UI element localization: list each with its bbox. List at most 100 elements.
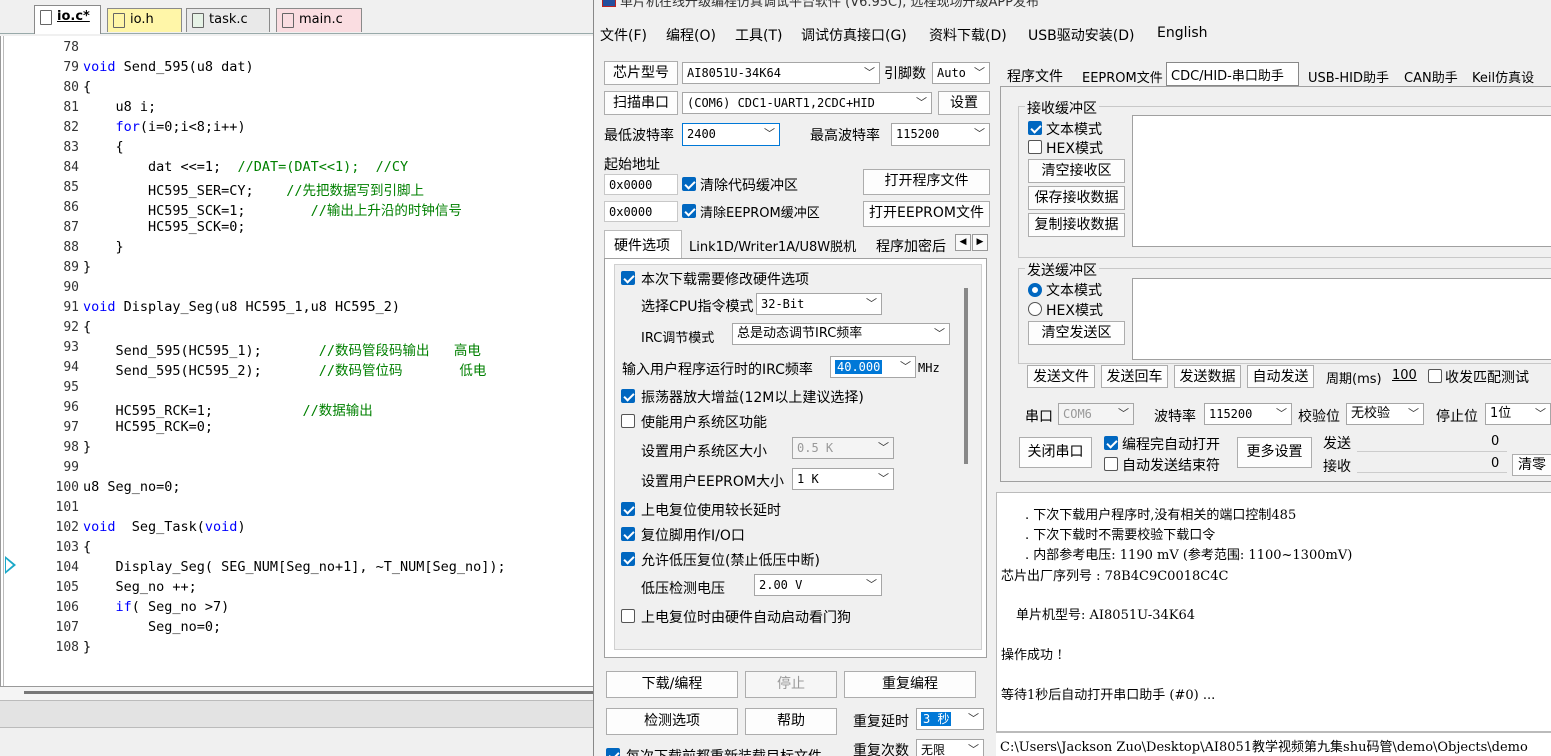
- stop-button[interactable]: 停止: [745, 671, 837, 698]
- code-line[interactable]: {: [83, 319, 91, 335]
- code-line[interactable]: {: [83, 79, 91, 95]
- code-line[interactable]: {: [83, 539, 91, 555]
- clear-eeprom-checkbox[interactable]: [682, 204, 696, 218]
- tab-eeprom-file[interactable]: EEPROM文件: [1082, 67, 1163, 86]
- tab-task-c[interactable]: task.c: [186, 8, 270, 32]
- match-test-checkbox[interactable]: [1428, 369, 1442, 383]
- baud-rate-select[interactable]: 115200 ﹀: [1204, 403, 1292, 425]
- code-line[interactable]: HC595_RCK=0;: [83, 419, 214, 435]
- help-button[interactable]: 帮助: [745, 708, 837, 735]
- code-line[interactable]: }: [83, 239, 124, 255]
- menu-file[interactable]: 文件(F): [600, 25, 647, 45]
- modify-hw-options-checkbox[interactable]: [621, 271, 635, 285]
- reload-target-checkbox[interactable]: [606, 748, 620, 756]
- code-line[interactable]: {: [83, 139, 124, 155]
- lvd-voltage-select[interactable]: 2.00 V ﹀: [754, 574, 882, 596]
- hw-watchdog-checkbox[interactable]: [621, 609, 635, 623]
- code-line[interactable]: u8 i;: [83, 99, 157, 115]
- max-baud-select[interactable]: 115200 ﹀: [891, 123, 990, 146]
- port-combo[interactable]: COM6 ﹀: [1058, 403, 1134, 425]
- code-line[interactable]: dat <<=1; //DAT=(DAT<<1); //CY: [83, 159, 408, 175]
- log-output[interactable]: . 下次下载用户程序时,没有相关的端口控制485 . 下次下载时不需要校验下载口…: [996, 492, 1551, 732]
- tab-program-file[interactable]: 程序文件: [1007, 66, 1063, 86]
- code-line[interactable]: for(i=0;i<8;i++): [83, 119, 246, 135]
- repeat-program-button[interactable]: 重复编程: [844, 671, 976, 698]
- clear-receive-button[interactable]: 清空接收区: [1028, 159, 1125, 183]
- recv-hex-mode-checkbox[interactable]: [1028, 140, 1042, 154]
- tab-usb-hid[interactable]: USB-HID助手: [1308, 67, 1389, 86]
- cpu-mode-select[interactable]: 32-Bit ﹀: [756, 293, 882, 315]
- code-line[interactable]: HC595_SCK=1; //输出上升沿的时钟信号: [83, 199, 462, 219]
- code-address-input[interactable]: 0x0000: [604, 174, 678, 195]
- code-line[interactable]: Display_Seg( SEG_NUM[Seg_no+1], ~T_NUM[S…: [83, 559, 506, 575]
- clear-send-button[interactable]: 清空发送区: [1028, 321, 1125, 345]
- tab-io-h[interactable]: io.h: [107, 8, 182, 32]
- code-line[interactable]: Seg_no ++;: [83, 579, 197, 595]
- close-port-button[interactable]: 关闭串口: [1019, 437, 1092, 468]
- open-eeprom-file-button[interactable]: 打开EEPROM文件: [863, 201, 990, 227]
- tab-can[interactable]: CAN助手: [1404, 67, 1458, 86]
- port-settings-button[interactable]: 设置: [938, 91, 990, 115]
- osc-gain-checkbox[interactable]: [621, 389, 635, 403]
- code-line[interactable]: if( Seg_no >7): [83, 599, 230, 615]
- clear-count-button[interactable]: 清零: [1512, 454, 1551, 476]
- code-line[interactable]: Seg_no=0;: [83, 619, 221, 635]
- receive-buffer-textarea[interactable]: [1132, 115, 1551, 247]
- check-options-button[interactable]: 检测选项: [606, 708, 738, 735]
- pin-count-select[interactable]: Auto ﹀: [932, 62, 990, 84]
- system-area-size-select[interactable]: 0.5 K ﹀: [792, 437, 894, 459]
- auto-open-checkbox[interactable]: [1104, 436, 1118, 450]
- port-select[interactable]: (COM6) CDC1-UART1,2CDC+HID ﹀: [682, 92, 932, 114]
- system-area-checkbox[interactable]: [621, 414, 635, 428]
- code-line[interactable]: HC595_RCK=1; //数据输出: [83, 399, 373, 419]
- long-reset-delay-checkbox[interactable]: [621, 502, 635, 516]
- reset-pin-io-checkbox[interactable]: [621, 527, 635, 541]
- code-line[interactable]: }: [83, 439, 91, 455]
- tab-keil-debug[interactable]: Keil仿真设: [1472, 67, 1534, 86]
- menu-english[interactable]: English: [1157, 25, 1208, 41]
- scroll-thumb[interactable]: [24, 691, 594, 694]
- recv-text-mode-checkbox[interactable]: [1028, 121, 1042, 135]
- period-input[interactable]: 100: [1392, 368, 1417, 383]
- send-text-mode-radio[interactable]: [1028, 283, 1042, 297]
- open-program-file-button[interactable]: 打开程序文件: [863, 169, 990, 195]
- min-baud-select[interactable]: 2400 ﹀: [682, 123, 780, 146]
- tab-io-c[interactable]: io.c*: [34, 5, 101, 34]
- send-file-button[interactable]: 发送文件: [1027, 365, 1095, 388]
- send-enter-button[interactable]: 发送回车: [1101, 365, 1168, 388]
- code-line[interactable]: void Seg_Task(void): [83, 519, 246, 535]
- code-line[interactable]: HC595_SCK=0;: [83, 219, 246, 235]
- clear-code-checkbox[interactable]: [682, 177, 696, 191]
- code-line[interactable]: void Display_Seg(u8 HC595_1,u8 HC595_2): [83, 299, 400, 315]
- auto-send-button[interactable]: 自动发送: [1247, 365, 1314, 388]
- code-area[interactable]: 78 79 void Send_595(u8 dat) 80 {81 u8 i; 82 f…: [0, 36, 600, 686]
- eeprom-address-input[interactable]: 0x0000: [604, 201, 678, 222]
- send-buffer-textarea[interactable]: [1132, 278, 1551, 360]
- tab-serial-assistant[interactable]: CDC/HID-串口助手: [1166, 62, 1299, 86]
- menu-usb-driver[interactable]: USB驱动安装(D): [1028, 25, 1134, 45]
- more-settings-button[interactable]: 更多设置: [1237, 437, 1312, 468]
- save-receive-button[interactable]: 保存接收数据: [1028, 186, 1125, 210]
- tab-link1d-writer[interactable]: Link1D/Writer1A/U8W脱机: [689, 236, 856, 255]
- tab-hardware-options[interactable]: 硬件选项: [604, 230, 682, 260]
- menu-program[interactable]: 编程(O): [666, 25, 716, 45]
- chip-model-button[interactable]: 芯片型号: [604, 61, 678, 85]
- menu-downloads[interactable]: 资料下载(D): [929, 25, 1007, 45]
- code-line[interactable]: u8 Seg_no=0;: [83, 479, 181, 495]
- send-data-button[interactable]: 发送数据: [1174, 365, 1241, 388]
- repeat-count-select[interactable]: 无限 ﹀: [916, 739, 984, 756]
- options-scrollbar[interactable]: [964, 288, 968, 464]
- irc-frequency-input[interactable]: 40.000 ﹀: [830, 356, 916, 378]
- low-voltage-reset-checkbox[interactable]: [621, 552, 635, 566]
- chip-model-select[interactable]: AI8051U-34K64 ﹀: [682, 62, 880, 84]
- auto-send-end-checkbox[interactable]: [1104, 457, 1118, 471]
- code-line[interactable]: }: [83, 639, 91, 655]
- irc-mode-select[interactable]: 总是动态调节IRC频率 ﹀: [732, 323, 950, 345]
- menu-debug[interactable]: 调试仿真接口(G): [801, 25, 907, 45]
- repeat-delay-select[interactable]: 3 秒 ﹀: [916, 708, 984, 730]
- tab-encrypt[interactable]: 程序加密后: [876, 236, 946, 256]
- menu-tools[interactable]: 工具(T): [735, 25, 782, 45]
- download-program-button[interactable]: 下载/编程: [606, 671, 738, 698]
- code-line[interactable]: Send_595(HC595_2); //数码管位码 低电: [83, 359, 487, 379]
- horizontal-scrollbar[interactable]: [0, 686, 600, 700]
